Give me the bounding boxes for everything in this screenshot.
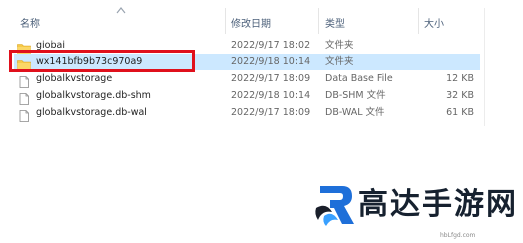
file-type: 文件夹 [325, 40, 354, 51]
file-icon [17, 90, 31, 105]
file-modified-date: 2022/9/18 10:14 [231, 56, 311, 67]
column-divider[interactable] [318, 8, 319, 34]
file-row[interactable]: global 2022/9/17 18:02 文件夹 [14, 38, 480, 55]
file-row[interactable]: wx141bfb9b73c970a9 2022/9/18 10:14 文件夹 [14, 54, 480, 71]
file-row[interactable]: globalkvstorage.db-shm 2022/9/18 10:14 DB-… [14, 88, 480, 105]
watermark-brand: 高达手游网 [358, 187, 518, 222]
folder-icon [17, 40, 31, 55]
file-modified-date: 2022/9/18 10:14 [231, 90, 311, 101]
file-modified-date: 2022/9/17 18:09 [231, 107, 311, 118]
file-name: globalkvstorage [36, 73, 113, 84]
file-modified-date: 2022/9/17 18:02 [231, 40, 311, 51]
file-name: global [36, 40, 65, 51]
sort-ascending-icon[interactable] [116, 6, 126, 14]
pane-divider [484, 8, 485, 126]
file-modified-date: 2022/9/17 18:09 [231, 73, 311, 84]
file-name: globalkvstorage.db-shm [36, 90, 151, 101]
column-divider[interactable] [225, 8, 226, 34]
file-size: 12 KB [446, 73, 474, 84]
file-type: DB-WAL 文件 [325, 107, 385, 118]
file-size: 32 KB [446, 90, 474, 101]
file-icon [17, 73, 31, 88]
watermark-url: hbLfgd.com [440, 232, 476, 239]
file-type: DB-SHM 文件 [325, 90, 386, 101]
column-header-name[interactable]: 名称 [20, 15, 40, 30]
file-explorer: 名称 修改日期 类型 大小 global 2022/9/17 18:02 文件夹 wx… [0, 0, 523, 243]
gaoda-logo-icon [315, 186, 354, 226]
column-header-bar: 名称 修改日期 类型 大小 [0, 0, 523, 36]
file-name: wx141bfb9b73c970a9 [36, 56, 143, 67]
file-type: Data Base File [325, 73, 393, 84]
column-header-type[interactable]: 类型 [325, 15, 345, 30]
file-icon [17, 107, 31, 122]
column-divider[interactable] [418, 8, 419, 34]
file-row[interactable]: globalkvstorage 2022/9/17 18:09 Data Base … [14, 71, 480, 88]
column-header-modified[interactable]: 修改日期 [231, 15, 271, 30]
file-type: 文件夹 [325, 56, 354, 67]
file-row[interactable]: globalkvstorage.db-wal 2022/9/17 18:09 DB-… [14, 105, 480, 122]
folder-icon [17, 56, 31, 71]
file-name: globalkvstorage.db-wal [36, 107, 147, 118]
column-header-size[interactable]: 大小 [424, 15, 444, 30]
file-size: 61 KB [446, 107, 474, 118]
